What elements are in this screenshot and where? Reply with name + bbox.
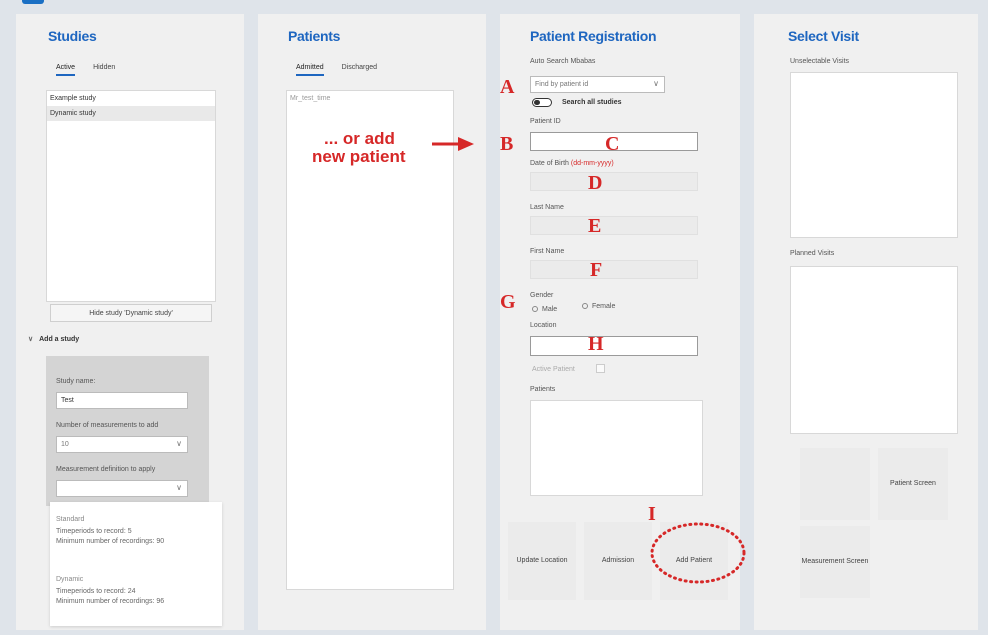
annotation-letter-e: E — [588, 215, 602, 237]
find-patient-placeholder: Find by patient id — [535, 81, 589, 88]
last-name-label: Last Name — [530, 204, 564, 211]
patient-screen-button[interactable]: Patient Screen — [878, 448, 948, 520]
chevron-down-icon: ∨ — [28, 336, 34, 343]
add-study-label: Add a study — [39, 336, 80, 343]
last-name-input[interactable] — [530, 216, 698, 235]
search-all-toggle[interactable] — [532, 98, 552, 107]
admission-button[interactable]: Admission — [584, 522, 652, 600]
active-patient-checkbox[interactable] — [596, 364, 605, 373]
patients-tabs: Admitted Discharged — [296, 64, 377, 76]
gender-female-label: Female — [592, 303, 616, 310]
first-name-label: First Name — [530, 248, 565, 255]
gender-label: Gender — [530, 292, 554, 299]
annotation-letter-h: H — [588, 333, 604, 355]
annotation-letter-g: G — [500, 291, 516, 313]
dob-label-row: Date of Birth (dd-mm-yyyy) — [530, 160, 614, 167]
option-line: Minimum number of recordings: 96 — [56, 598, 165, 605]
add-study-toggle[interactable]: ∨ Add a study — [28, 335, 79, 343]
study-name-input[interactable]: Test — [56, 392, 188, 409]
active-patient-label: Active Patient — [532, 366, 575, 373]
find-patient-select[interactable]: Find by patient id ∨ — [530, 76, 665, 93]
chevron-down-icon: ∨ — [653, 79, 659, 88]
auto-search-label: Auto Search Mbabas — [530, 58, 596, 65]
list-item[interactable]: Dynamic study — [47, 106, 215, 121]
patients-title: Patients — [288, 28, 341, 44]
definition-label: Measurement definition to apply — [56, 466, 156, 473]
unselectable-visits-list — [790, 72, 958, 238]
option-line: Timeperiods to record: 5 — [56, 528, 132, 535]
option-line: Minimum number of recordings: 90 — [56, 538, 165, 545]
chevron-down-icon: ∨ — [176, 483, 182, 492]
patients-panel: Patients Admitted Discharged Mr_test_tim… — [258, 14, 486, 630]
annotation-note-line1: ... or add — [324, 129, 395, 148]
gender-female-radio[interactable]: Female — [582, 303, 615, 310]
location-label: Location — [530, 322, 557, 329]
update-location-button[interactable]: Update Location — [508, 522, 576, 600]
registration-title: Patient Registration — [530, 28, 657, 44]
studies-tabs: Active Hidden — [56, 64, 115, 76]
tab-active[interactable]: Active — [56, 64, 76, 76]
annotation-note-line2: new patient — [312, 146, 406, 166]
planned-label: Planned Visits — [790, 250, 835, 257]
studies-list: Example study Dynamic study — [46, 90, 216, 302]
dob-hint: (dd-mm-yyyy) — [570, 160, 614, 167]
definition-option-dynamic[interactable]: Dynamic Timeperiods to record: 24 Minimu… — [56, 576, 164, 605]
tab-hidden[interactable]: Hidden — [93, 64, 115, 76]
gender-male-label: Male — [542, 306, 558, 313]
study-name-label: Study name: — [56, 378, 96, 385]
annotation-note: ... or add new patient — [312, 130, 406, 166]
registration-patients-list — [530, 400, 703, 496]
search-all-label: Search all studies — [562, 99, 622, 106]
list-item[interactable]: Example study — [47, 91, 215, 106]
unselectable-label: Unselectable Visits — [790, 58, 850, 65]
annotation-letter-b: B — [500, 133, 514, 155]
location-input[interactable] — [530, 336, 698, 356]
measurements-label: Number of measurements to add — [56, 422, 159, 429]
registration-panel: Patient Registration Auto Search Mbabas … — [500, 14, 740, 630]
studies-title: Studies — [48, 28, 97, 44]
planned-visits-list — [790, 266, 958, 434]
visit-panel: Select Visit Unselectable Visits Planned… — [754, 14, 978, 630]
measurement-screen-button[interactable]: Measurement Screen — [800, 526, 870, 598]
measurements-select[interactable]: 10 ∨ — [56, 436, 188, 453]
annotation-letter-f: F — [590, 259, 603, 281]
option-line: Timeperiods to record: 24 — [56, 588, 136, 595]
dob-label: Date of Birth — [530, 160, 569, 167]
definition-select[interactable]: ∨ — [56, 480, 188, 497]
add-patient-button[interactable]: Add Patient — [660, 522, 728, 600]
definition-option-standard[interactable]: Standard Timeperiods to record: 5 Minimu… — [56, 516, 164, 545]
hide-study-button[interactable]: Hide study 'Dynamic study' — [50, 304, 212, 322]
app-top-indicator — [22, 0, 44, 4]
list-item[interactable]: Mr_test_time — [287, 91, 453, 106]
first-name-input[interactable] — [530, 260, 698, 279]
dob-input[interactable] — [530, 172, 698, 191]
option-name: Dynamic — [56, 576, 84, 583]
studies-panel: Studies Active Hidden Example study Dyna… — [16, 14, 244, 630]
chevron-down-icon: ∨ — [176, 439, 182, 448]
measurements-value: 10 — [61, 441, 69, 448]
blank-tile — [800, 448, 870, 520]
visit-title: Select Visit — [788, 28, 859, 44]
patient-id-label: Patient ID — [530, 118, 561, 125]
tab-admitted[interactable]: Admitted — [296, 64, 324, 76]
annotation-letter-d: D — [588, 172, 603, 194]
annotation-letter-i: I — [648, 503, 656, 525]
patients-label: Patients — [530, 386, 556, 393]
definition-dropdown-list: Standard Timeperiods to record: 5 Minimu… — [50, 502, 222, 626]
annotation-letter-c: C — [605, 133, 620, 155]
tab-discharged[interactable]: Discharged — [342, 64, 377, 76]
option-name: Standard — [56, 516, 85, 523]
radio-icon — [532, 306, 538, 313]
gender-male-radio[interactable]: Male — [532, 306, 557, 313]
radio-icon — [582, 303, 588, 310]
annotation-letter-a: A — [500, 76, 515, 98]
